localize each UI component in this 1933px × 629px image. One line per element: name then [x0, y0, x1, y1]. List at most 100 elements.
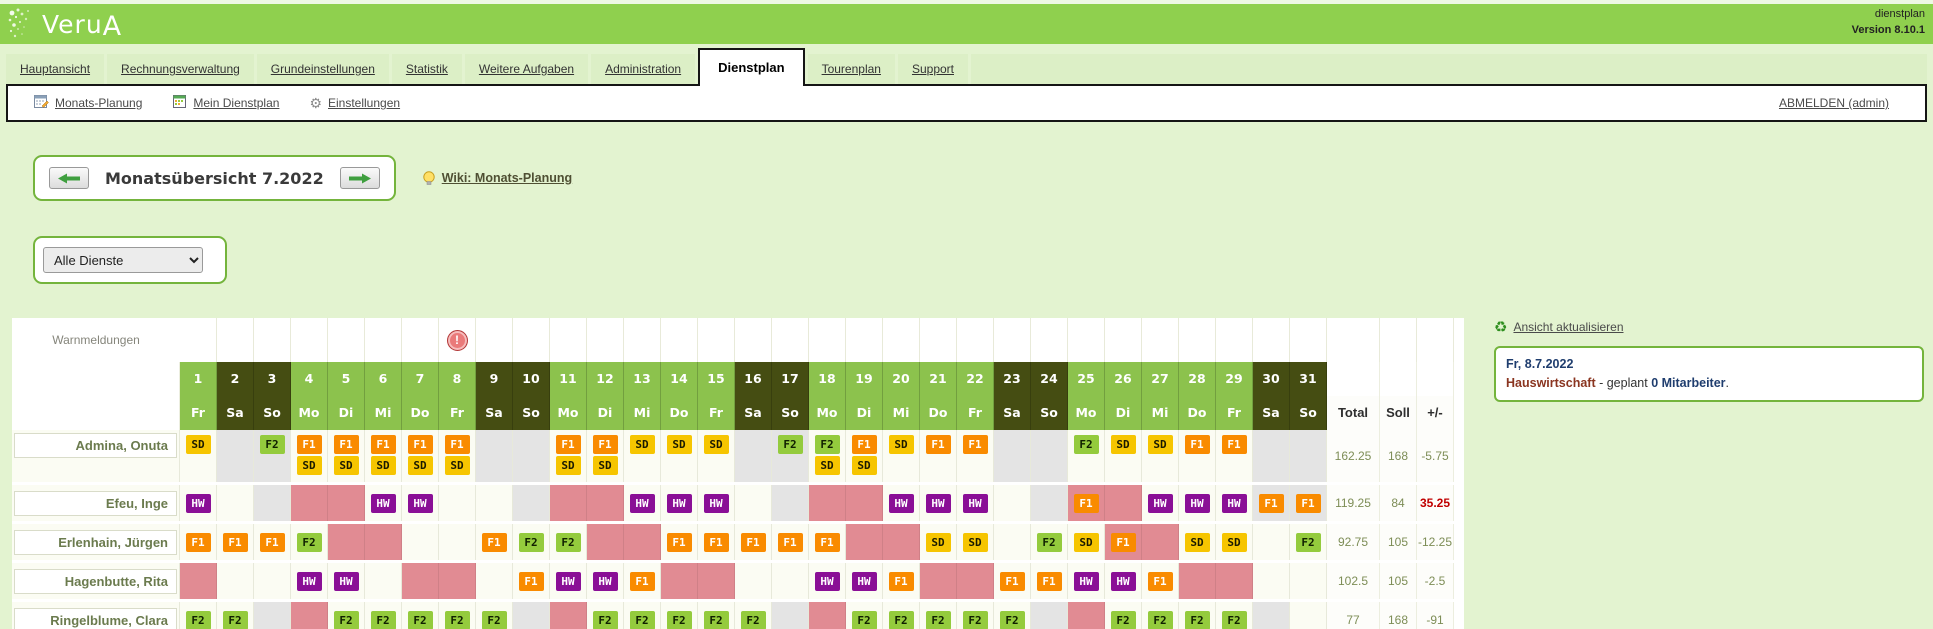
shift-badge-F2[interactable]: F2	[186, 611, 211, 629]
shift-cell-day-21[interactable]	[920, 563, 957, 599]
shift-badge-HW[interactable]: HW	[963, 494, 988, 513]
shift-badge-SD[interactable]: SD	[1111, 435, 1136, 454]
shift-cell-day-1[interactable]: SD	[180, 430, 217, 482]
tab-tourenplan[interactable]: Tourenplan	[808, 54, 895, 84]
shift-cell-day-28[interactable]	[1179, 563, 1216, 599]
shift-badge-HW[interactable]: HW	[926, 494, 951, 513]
subnav-link-monats-planung[interactable]: Monats-Planung	[34, 94, 142, 112]
shift-cell-day-22[interactable]: F2	[957, 602, 994, 629]
shift-badge-HW[interactable]: HW	[1222, 494, 1247, 513]
shift-badge-HW[interactable]: HW	[408, 494, 433, 513]
shift-cell-day-2[interactable]: F2	[217, 602, 254, 629]
shift-badge-F2[interactable]: F2	[1074, 435, 1099, 454]
shift-cell-day-26[interactable]: HW	[1105, 563, 1142, 599]
shift-badge-F1[interactable]: F1	[741, 533, 766, 552]
shift-badge-SD[interactable]: SD	[556, 456, 581, 475]
shift-cell-day-10[interactable]	[513, 430, 550, 482]
shift-badge-SD[interactable]: SD	[667, 435, 692, 454]
shift-badge-SD[interactable]: SD	[926, 533, 951, 552]
shift-badge-SD[interactable]: SD	[815, 456, 840, 475]
shift-cell-day-25[interactable]: F1	[1068, 485, 1105, 521]
shift-cell-day-29[interactable]: SD	[1216, 524, 1253, 560]
shift-badge-F1[interactable]: F1	[593, 435, 618, 454]
shift-cell-day-16[interactable]	[735, 485, 772, 521]
shift-badge-F1[interactable]: F1	[852, 435, 877, 454]
shift-cell-day-6[interactable]: F1SD	[365, 430, 402, 482]
shift-cell-day-15[interactable]: HW	[698, 485, 735, 521]
shift-badge-HW[interactable]: HW	[371, 494, 396, 513]
shift-cell-day-2[interactable]: F1	[217, 524, 254, 560]
shift-cell-day-23[interactable]	[994, 430, 1031, 482]
shift-badge-F1[interactable]: F1	[704, 533, 729, 552]
shift-cell-day-12[interactable]: F1SD	[587, 430, 624, 482]
shift-badge-F2[interactable]: F2	[445, 611, 470, 629]
shift-cell-day-23[interactable]	[994, 485, 1031, 521]
shift-cell-day-9[interactable]: F2	[476, 602, 513, 629]
shift-cell-day-24[interactable]	[1031, 430, 1068, 482]
shift-cell-day-5[interactable]	[328, 485, 365, 521]
shift-badge-F1[interactable]: F1	[260, 533, 285, 552]
shift-badge-F1[interactable]: F1	[1185, 435, 1210, 454]
shift-badge-F1[interactable]: F1	[297, 435, 322, 454]
shift-cell-day-17[interactable]	[772, 602, 809, 629]
shift-cell-day-17[interactable]: F1	[772, 524, 809, 560]
shift-cell-day-13[interactable]: SD	[624, 430, 661, 482]
shift-cell-day-10[interactable]	[513, 485, 550, 521]
shift-cell-day-26[interactable]: SD	[1105, 430, 1142, 482]
shift-cell-day-3[interactable]	[254, 563, 291, 599]
shift-cell-day-25[interactable]: SD	[1068, 524, 1105, 560]
shift-cell-day-28[interactable]: HW	[1179, 485, 1216, 521]
shift-badge-SD[interactable]: SD	[297, 456, 322, 475]
shift-badge-F2[interactable]: F2	[1222, 611, 1247, 629]
shift-badge-HW[interactable]: HW	[1185, 494, 1210, 513]
shift-badge-F1[interactable]: F1	[1222, 435, 1247, 454]
shift-cell-day-19[interactable]: HW	[846, 563, 883, 599]
shift-cell-day-28[interactable]: F2	[1179, 602, 1216, 629]
tab-dienstplan[interactable]: Dienstplan	[698, 48, 804, 86]
shift-cell-day-28[interactable]: F1	[1179, 430, 1216, 482]
shift-badge-F2[interactable]: F2	[778, 435, 803, 454]
shift-cell-day-4[interactable]: F2	[291, 524, 328, 560]
shift-badge-SD[interactable]: SD	[445, 456, 470, 475]
shift-badge-F1[interactable]: F1	[223, 533, 248, 552]
shift-cell-day-27[interactable]: SD	[1142, 430, 1179, 482]
shift-cell-day-24[interactable]	[1031, 485, 1068, 521]
shift-badge-F1[interactable]: F1	[630, 572, 655, 591]
shift-cell-day-9[interactable]: F1	[476, 524, 513, 560]
shift-cell-day-9[interactable]	[476, 485, 513, 521]
shift-cell-day-22[interactable]	[957, 563, 994, 599]
shift-cell-day-11[interactable]: F1SD	[550, 430, 587, 482]
shift-cell-day-30[interactable]	[1253, 524, 1290, 560]
service-filter-select[interactable]: Alle Dienste	[43, 247, 203, 273]
tab-administration[interactable]: Administration	[591, 54, 695, 84]
shift-cell-day-4[interactable]	[291, 485, 328, 521]
shift-cell-day-13[interactable]: F2	[624, 602, 661, 629]
shift-badge-F2[interactable]: F2	[1185, 611, 1210, 629]
shift-cell-day-23[interactable]	[994, 524, 1031, 560]
shift-badge-HW[interactable]: HW	[852, 572, 877, 591]
shift-badge-F2[interactable]: F2	[889, 611, 914, 629]
shift-cell-day-31[interactable]	[1290, 430, 1327, 482]
shift-cell-day-12[interactable]	[587, 485, 624, 521]
shift-badge-F2[interactable]: F2	[1111, 611, 1136, 629]
shift-badge-F1[interactable]: F1	[667, 533, 692, 552]
shift-cell-day-3[interactable]: F1	[254, 524, 291, 560]
shift-badge-HW[interactable]: HW	[556, 572, 581, 591]
shift-cell-day-16[interactable]	[735, 563, 772, 599]
shift-cell-day-10[interactable]	[513, 602, 550, 629]
shift-badge-HW[interactable]: HW	[704, 494, 729, 513]
shift-cell-day-5[interactable]: F1SD	[328, 430, 365, 482]
shift-cell-day-22[interactable]: F1	[957, 430, 994, 482]
shift-cell-day-8[interactable]	[439, 563, 476, 599]
shift-cell-day-2[interactable]	[217, 563, 254, 599]
shift-badge-F1[interactable]: F1	[334, 435, 359, 454]
shift-badge-F2[interactable]: F2	[1037, 533, 1062, 552]
shift-badge-F1[interactable]: F1	[926, 435, 951, 454]
shift-badge-HW[interactable]: HW	[1111, 572, 1136, 591]
shift-badge-F2[interactable]: F2	[408, 611, 433, 629]
shift-badge-HW[interactable]: HW	[593, 572, 618, 591]
shift-badge-F2[interactable]: F2	[963, 611, 988, 629]
tab-statistik[interactable]: Statistik	[392, 54, 462, 84]
shift-cell-day-17[interactable]	[772, 485, 809, 521]
tab-hauptansicht[interactable]: Hauptansicht	[6, 54, 104, 84]
